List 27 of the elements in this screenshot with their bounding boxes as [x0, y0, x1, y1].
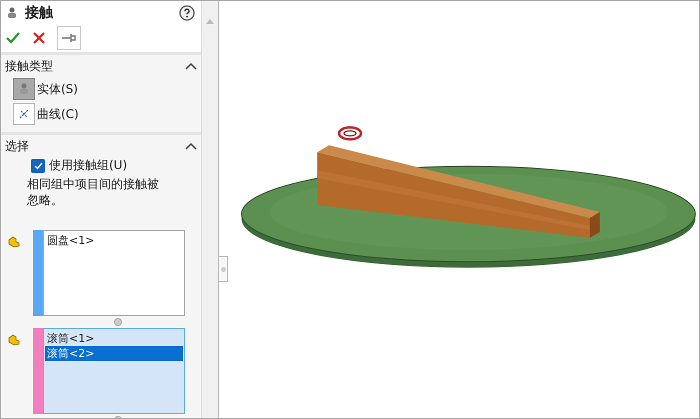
component-icon	[7, 332, 21, 346]
contact-icon	[7, 7, 17, 20]
collapse-icon[interactable]	[185, 142, 197, 150]
component-icon	[7, 234, 21, 248]
panel-title: 接触	[25, 4, 54, 22]
help-icon[interactable]	[179, 5, 195, 22]
section-title: 接触类型	[5, 58, 53, 74]
selection-list[interactable]: 圆盘<1>	[43, 230, 185, 316]
pin-icon	[62, 32, 76, 43]
selection-list[interactable]: 滚筒<1> 滚筒<2>	[43, 328, 185, 414]
contact-type-option[interactable]: 曲线(C)	[13, 103, 79, 125]
contact-type-option[interactable]: 实体(S)	[13, 78, 78, 100]
group-note: 相同组中项目间的接触被忽略。	[27, 176, 160, 208]
curve-icon	[18, 108, 30, 120]
pin-button[interactable]	[57, 26, 81, 50]
resize-grip[interactable]	[114, 318, 122, 326]
roller-drawing	[338, 126, 362, 141]
ok-button[interactable]	[5, 30, 21, 46]
cancel-button[interactable]	[31, 30, 47, 46]
part-icon	[19, 83, 29, 95]
list-item[interactable]: 滚筒<2>	[45, 346, 183, 361]
collapse-icon[interactable]	[185, 62, 197, 70]
contact-group-checkbox[interactable]: 使用接触组(U)	[31, 157, 128, 174]
list-item[interactable]: 滚筒<1>	[45, 331, 183, 346]
list-item[interactable]: 圆盘<1>	[45, 233, 183, 248]
checkmark-icon	[34, 162, 42, 170]
section-title: 选择	[5, 138, 29, 154]
